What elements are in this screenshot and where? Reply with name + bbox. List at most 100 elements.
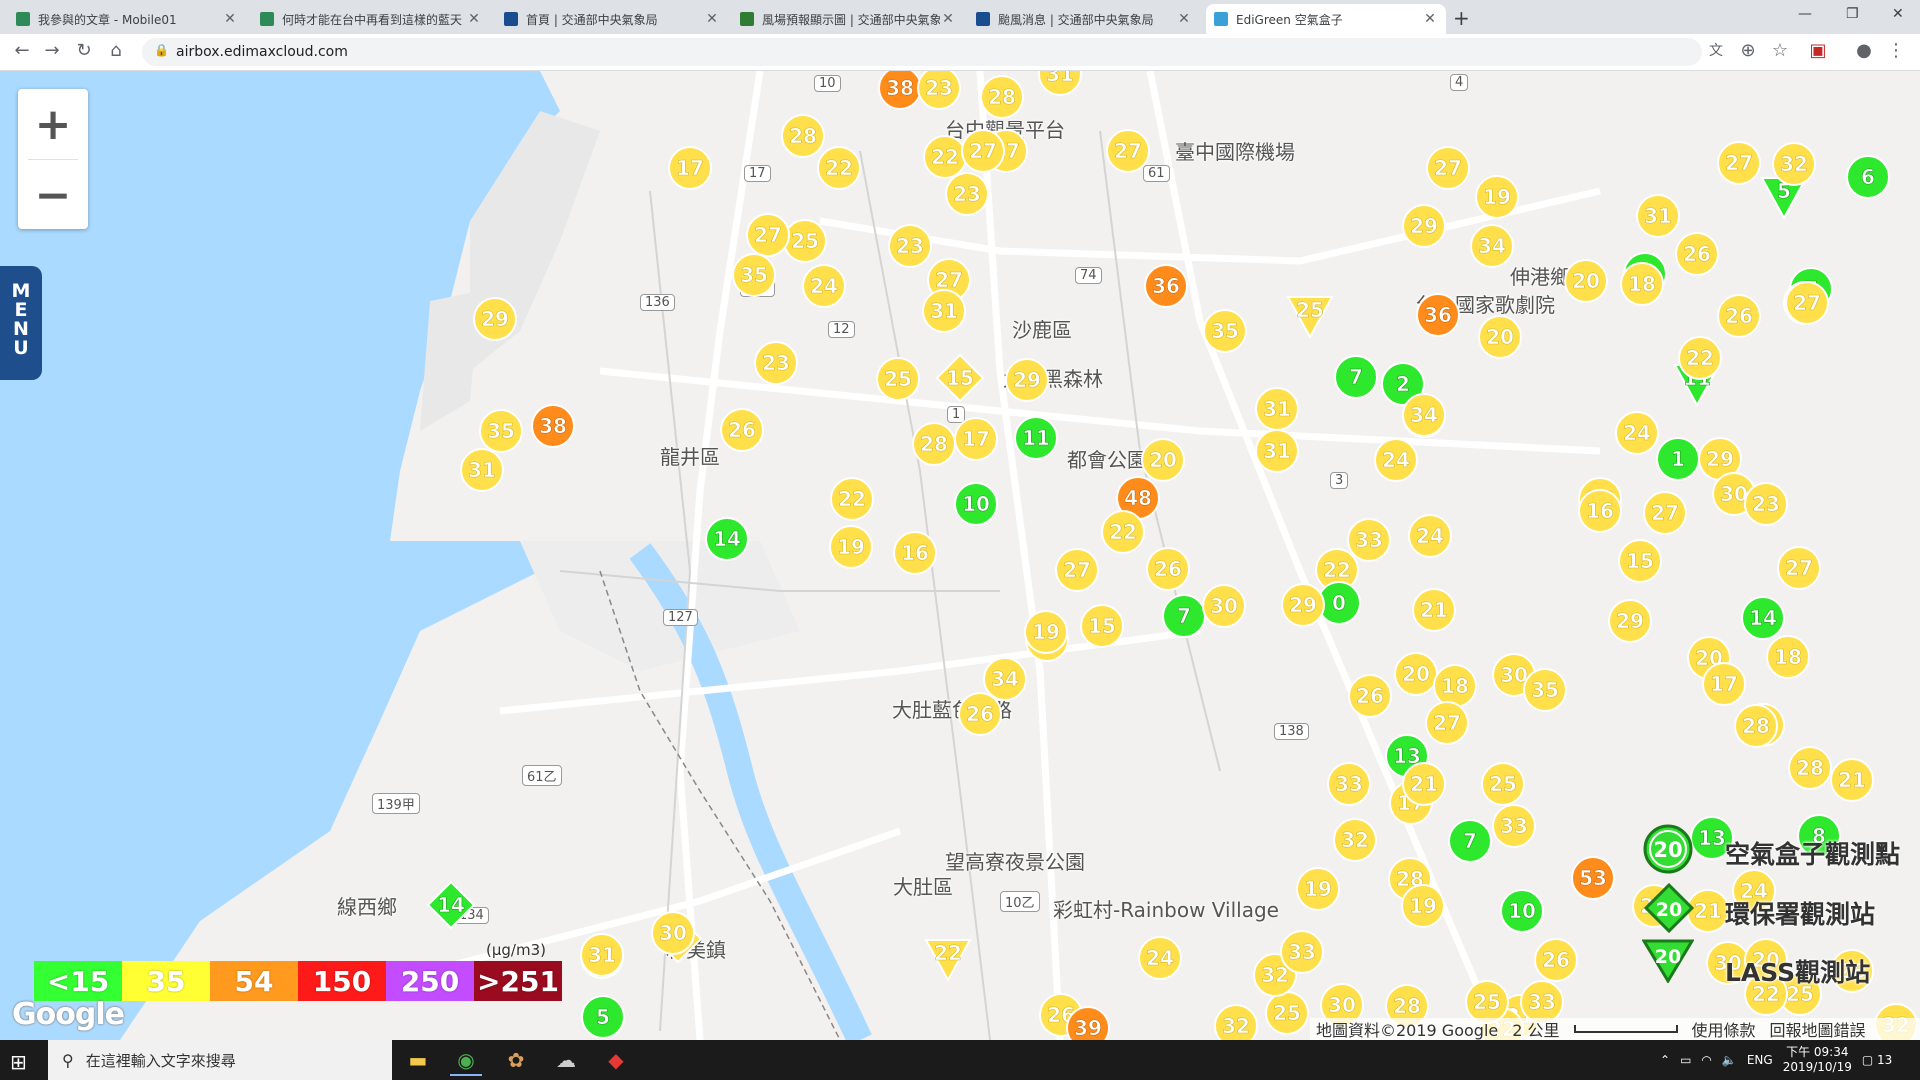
airbox-marker[interactable]: 23 bbox=[942, 169, 992, 219]
forward-icon[interactable]: → bbox=[40, 40, 64, 61]
browser-tab[interactable]: 何時才能在台中再看到這樣的藍天 ✕ bbox=[252, 4, 490, 34]
file-explorer-icon[interactable]: ▬ bbox=[402, 1046, 434, 1074]
airbox-marker[interactable]: 27 bbox=[1774, 543, 1824, 593]
lass-station-marker[interactable]: 22 bbox=[923, 934, 973, 984]
airbox-marker[interactable]: 24 bbox=[1135, 933, 1185, 983]
reload-icon[interactable]: ↻ bbox=[72, 40, 96, 61]
url-text[interactable]: airbox.edimaxcloud.com bbox=[176, 44, 348, 60]
airbox-marker[interactable]: 27 bbox=[1052, 545, 1102, 595]
airbox-marker[interactable]: 10 bbox=[1497, 886, 1547, 936]
new-tab-button[interactable]: + bbox=[1453, 6, 1470, 30]
airbox-marker[interactable]: 34 bbox=[1467, 221, 1517, 271]
profile-icon[interactable]: ● bbox=[1852, 40, 1876, 61]
menu-button[interactable]: MENU bbox=[0, 266, 42, 380]
translate-icon[interactable]: 文 bbox=[1704, 40, 1728, 60]
browser-tab[interactable]: 颱風消息 | 交通部中央氣象局 ✕ bbox=[968, 4, 1200, 34]
airbox-marker[interactable]: 33 bbox=[1489, 801, 1539, 851]
airbox-marker[interactable]: 14 bbox=[1738, 593, 1788, 643]
airbox-marker[interactable]: 32 bbox=[1211, 1001, 1261, 1040]
airbox-marker[interactable]: 27 bbox=[1640, 488, 1690, 538]
airbox-marker[interactable]: 15 bbox=[1077, 601, 1127, 651]
network-icon[interactable]: ◠ bbox=[1701, 1053, 1711, 1067]
airbox-marker[interactable]: 1 bbox=[1653, 434, 1703, 484]
airbox-marker[interactable]: 27 bbox=[1103, 126, 1153, 176]
airbox-marker[interactable]: 31 bbox=[1252, 426, 1302, 476]
airbox-marker[interactable]: 11 bbox=[1011, 413, 1061, 463]
airbox-marker[interactable]: 35 bbox=[1200, 306, 1250, 356]
airbox-marker[interactable]: 22 bbox=[1098, 507, 1148, 557]
airbox-marker[interactable]: 29 bbox=[1399, 201, 1449, 251]
map-canvas[interactable]: 沙鹿區 龍井區 大肚區 線西鄉 伸港鄉 臺中國際機場 都會公園 望高寮夜景公園 彩虹村-Rain… bbox=[0, 71, 1920, 1040]
zoom-in-button[interactable]: + bbox=[18, 89, 88, 159]
airbox-marker[interactable]: 21 bbox=[1399, 759, 1449, 809]
airbox-marker[interactable]: 27 bbox=[1782, 278, 1832, 328]
airbox-marker[interactable]: 27 bbox=[1423, 143, 1473, 193]
zoom-icon[interactable]: ⊕ bbox=[1736, 40, 1760, 61]
app2-taskbar-icon[interactable]: ☁ bbox=[550, 1046, 582, 1074]
windows-start-icon[interactable]: ⊞ bbox=[10, 1050, 27, 1074]
airbox-marker[interactable]: 35 bbox=[1520, 665, 1570, 715]
browser-tab[interactable]: EdiGreen 空氣盒子 ✕ bbox=[1206, 4, 1446, 34]
airbox-marker[interactable]: 32 bbox=[1769, 139, 1819, 189]
language-indicator[interactable]: ENG bbox=[1747, 1053, 1773, 1067]
extension-icon[interactable]: ▣ bbox=[1806, 40, 1830, 61]
tab-close-icon[interactable]: ✕ bbox=[466, 11, 482, 27]
airbox-marker[interactable]: 26 bbox=[1143, 544, 1193, 594]
app-taskbar-icon[interactable]: ✿ bbox=[500, 1046, 532, 1074]
airbox-marker[interactable]: 19 bbox=[1472, 172, 1522, 222]
airbox-marker[interactable]: 38 bbox=[528, 401, 578, 451]
airbox-marker[interactable]: 19 bbox=[1398, 881, 1448, 931]
airbox-marker[interactable]: 5 bbox=[578, 992, 628, 1040]
tab-close-icon[interactable]: ✕ bbox=[940, 11, 956, 27]
airbox-marker[interactable]: 20 bbox=[1561, 256, 1611, 306]
airbox-marker[interactable]: 10 bbox=[951, 479, 1001, 529]
airbox-marker[interactable]: 16 bbox=[1575, 486, 1625, 536]
airbox-marker[interactable]: 33 bbox=[1277, 927, 1327, 977]
airbox-marker[interactable]: 29 bbox=[470, 294, 520, 344]
bookmark-star-icon[interactable]: ☆ bbox=[1768, 40, 1792, 61]
airbox-marker[interactable]: 23 bbox=[914, 71, 964, 113]
taskbar-search-box[interactable]: ⚲ 在這裡輸入文字來搜尋 bbox=[48, 1040, 392, 1080]
airbox-marker[interactable]: 34 bbox=[1399, 390, 1449, 440]
airbox-marker[interactable]: 26 bbox=[717, 405, 767, 455]
airbox-marker[interactable]: 28 bbox=[1785, 743, 1835, 793]
airbox-marker[interactable]: 23 bbox=[751, 338, 801, 388]
report-error-link[interactable]: 回報地圖錯誤 bbox=[1770, 1017, 1866, 1040]
browser-tab[interactable]: 我參與的文章 - Mobile01 ✕ bbox=[8, 4, 246, 34]
airbox-marker[interactable]: 26 bbox=[1345, 671, 1395, 721]
browser-tab[interactable]: 風場預報顯示圖 | 交通部中央氣象局 ✕ bbox=[732, 4, 964, 34]
clock[interactable]: 下午 09:34 2019/10/19 bbox=[1783, 1045, 1852, 1075]
airbox-marker[interactable]: 27 bbox=[1714, 138, 1764, 188]
airbox-marker[interactable]: 29 bbox=[1002, 355, 1052, 405]
chrome-menu-icon[interactable]: ⋮ bbox=[1884, 40, 1908, 61]
epa-station-marker[interactable]: 15 bbox=[935, 353, 985, 403]
airbox-marker[interactable]: 21 bbox=[1409, 585, 1459, 635]
airbox-marker[interactable]: 24 bbox=[799, 261, 849, 311]
airbox-marker[interactable]: 31 bbox=[577, 930, 627, 980]
terms-link[interactable]: 使用條款 bbox=[1692, 1017, 1756, 1040]
airbox-marker[interactable]: 36 bbox=[1141, 261, 1191, 311]
airbox-marker[interactable]: 7 bbox=[1331, 352, 1381, 402]
airbox-marker[interactable]: 17 bbox=[951, 414, 1001, 464]
airbox-marker[interactable]: 26 bbox=[1672, 229, 1722, 279]
airbox-marker[interactable]: 22 bbox=[814, 143, 864, 193]
airbox-marker[interactable]: 31 bbox=[919, 286, 969, 336]
zoom-out-button[interactable]: − bbox=[18, 160, 88, 230]
airbox-marker[interactable]: 22 bbox=[827, 474, 877, 524]
airbox-marker[interactable]: 24 bbox=[1405, 511, 1455, 561]
airbox-marker[interactable]: 20 bbox=[1475, 312, 1525, 362]
notification-icon[interactable]: ▢ 13 bbox=[1862, 1053, 1892, 1067]
epa-station-marker[interactable]: 14 bbox=[426, 880, 476, 930]
home-icon[interactable]: ⌂ bbox=[104, 40, 128, 61]
tab-close-icon[interactable]: ✕ bbox=[1422, 11, 1438, 27]
airbox-marker[interactable]: 53 bbox=[1568, 853, 1618, 903]
airbox-marker[interactable]: 36 bbox=[1413, 290, 1463, 340]
airbox-marker[interactable]: 35 bbox=[729, 250, 779, 300]
airbox-marker[interactable]: 19 bbox=[1021, 607, 1071, 657]
airbox-marker[interactable]: 32 bbox=[1330, 815, 1380, 865]
airbox-marker[interactable]: 17 bbox=[665, 143, 715, 193]
lass-station-marker[interactable]: 25 bbox=[1285, 291, 1335, 341]
close-window-button[interactable]: ✕ bbox=[1892, 6, 1904, 22]
app3-taskbar-icon[interactable]: ◆ bbox=[600, 1046, 632, 1074]
tab-close-icon[interactable]: ✕ bbox=[1176, 11, 1192, 27]
